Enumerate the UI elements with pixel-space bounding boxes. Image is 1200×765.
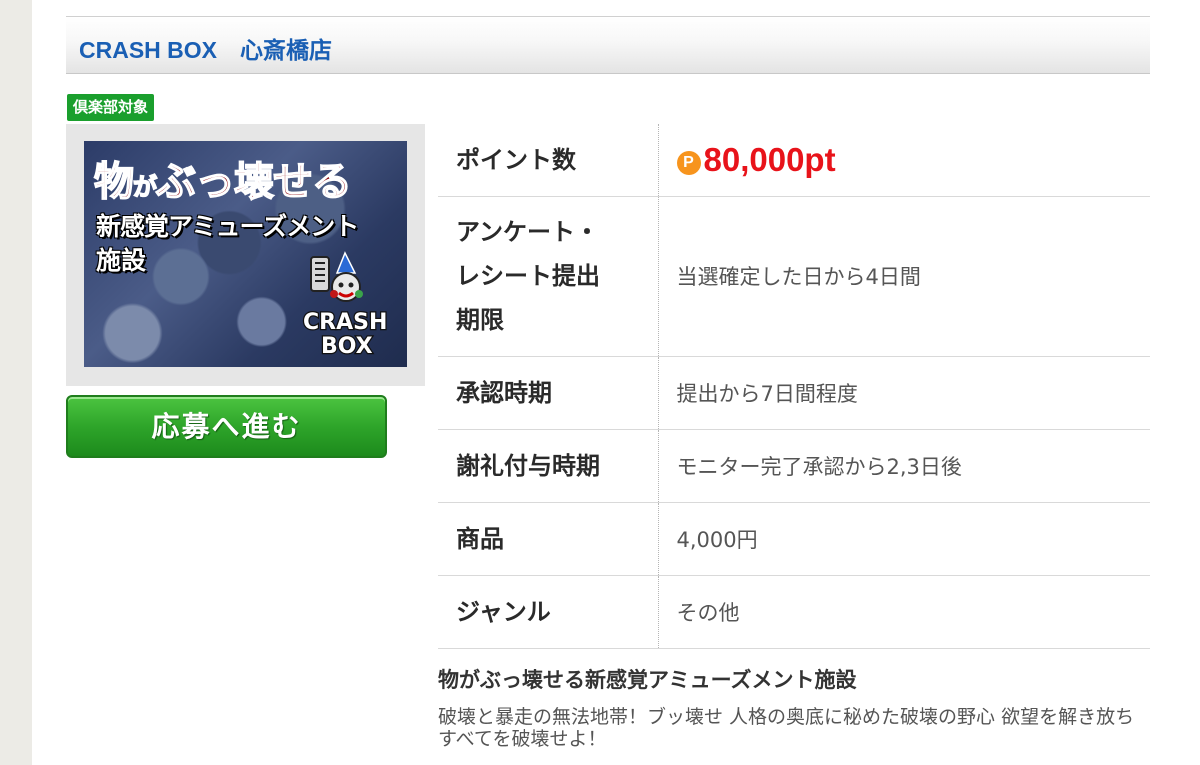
product-value: 4,000円 (658, 502, 1150, 576)
table-row-approval: 承認時期 提出から7日間程度 (438, 356, 1150, 430)
crash-box-logo-icon: CRASH BOX (302, 251, 389, 359)
banner-frame: 物がぶっ壊せる 新感覚アミューズメント 施設 CRASH BOX (66, 124, 425, 386)
apply-button[interactable]: 応募へ進む (66, 395, 387, 458)
genre-label: ジャンル (438, 575, 659, 649)
deadline-label-line: 期限 (456, 306, 504, 334)
svg-text:CRASH: CRASH (303, 310, 387, 335)
banner-headline: 物がぶっ壊せる (93, 158, 353, 206)
campaign-details-table: ポイント数 P 80,000pt アンケート・ レシート提出 期限 当選確定した日… (438, 124, 1150, 649)
table-row-product: 商品 4,000円 (438, 502, 1150, 576)
table-row-reward-timing: 謝礼付与時期 モニター完了承認から2,3日後 (438, 429, 1150, 503)
club-target-badge: 倶楽部対象 (67, 94, 155, 121)
svg-text:BOX: BOX (321, 334, 373, 359)
approval-label: 承認時期 (438, 356, 659, 430)
shop-header: CRASH BOX 心斎橋店 (66, 16, 1150, 74)
reward-timing-label: 謝礼付与時期 (438, 429, 659, 503)
description-title: 物がぶっ壊せる新感覚アミューズメント施設 (438, 668, 857, 692)
product-label: 商品 (438, 502, 659, 576)
shop-title[interactable]: CRASH BOX 心斎橋店 (79, 31, 332, 65)
page-left-margin (0, 0, 32, 765)
points-value-cell: P 80,000pt (658, 124, 1150, 197)
description-body: 破壊と暴走の無法地帯！ブッ壊せ 人格の奥底に秘めた破壊の野心 欲望を解き放ちすべ… (438, 706, 1135, 750)
promo-banner-image[interactable]: 物がぶっ壊せる 新感覚アミューズメント 施設 CRASH BOX (84, 141, 407, 367)
points-value: P 80,000pt (676, 141, 836, 178)
banner-subheadline-2: 施設 (96, 246, 147, 275)
table-row-deadline: アンケート・ レシート提出 期限 当選確定した日から4日間 (438, 196, 1150, 357)
genre-value: その他 (658, 575, 1150, 649)
approval-value: 提出から7日間程度 (658, 356, 1150, 430)
deadline-label-line: レシート提出 (456, 262, 600, 290)
table-row-genre: ジャンル その他 (438, 575, 1150, 649)
reward-timing-value: モニター完了承認から2,3日後 (658, 429, 1150, 503)
deadline-value: 当選確定した日から4日間 (658, 196, 1150, 357)
table-row-points: ポイント数 P 80,000pt (438, 124, 1150, 197)
deadline-label: アンケート・ レシート提出 期限 (438, 196, 659, 357)
point-coin-icon: P (676, 150, 701, 175)
banner-subheadline: 新感覚アミューズメント (96, 212, 359, 241)
deadline-label-line: アンケート・ (456, 218, 600, 246)
points-label: ポイント数 (438, 124, 659, 197)
